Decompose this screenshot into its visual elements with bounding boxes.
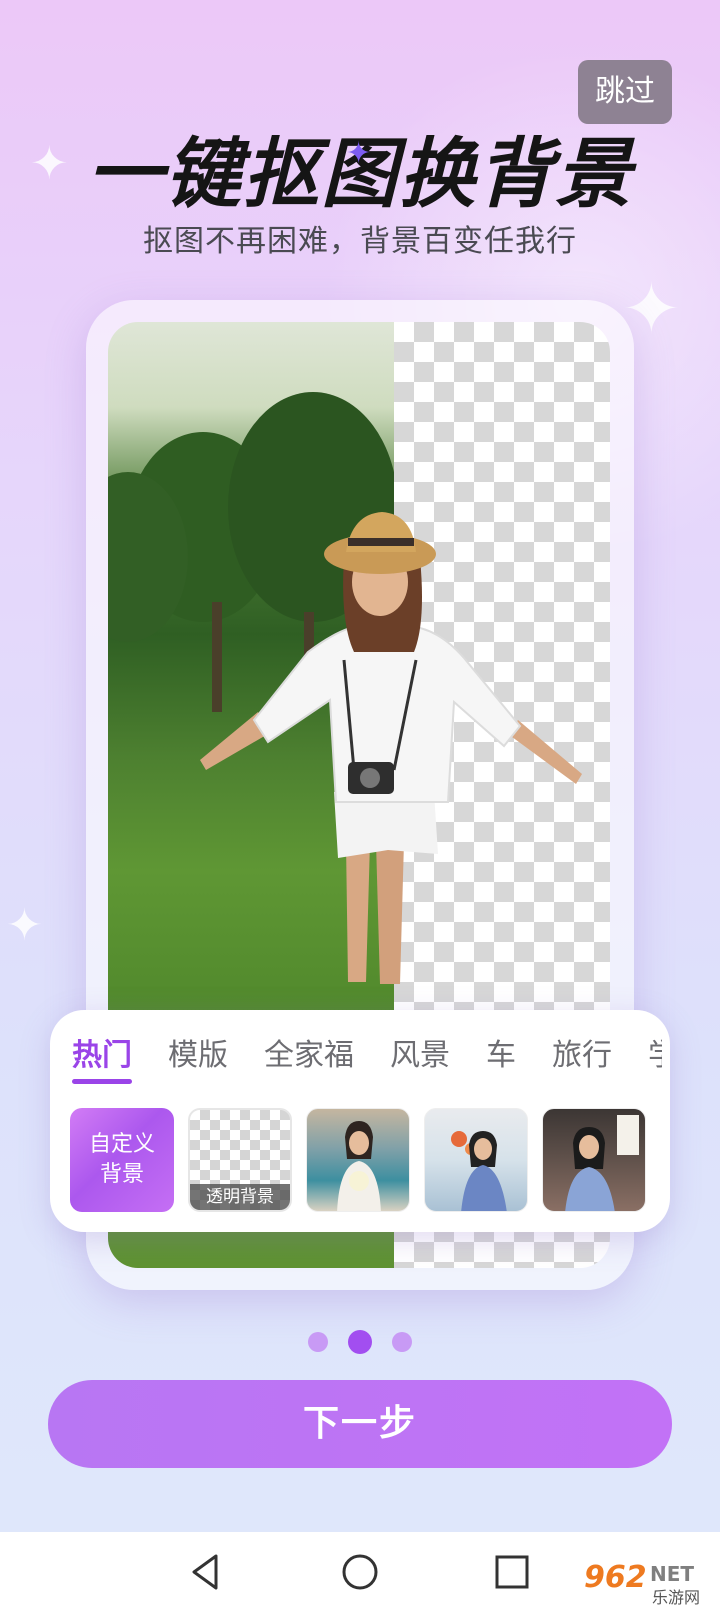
page-dot xyxy=(392,1332,412,1352)
background-thumbnails: 自定义 背景 透明背景 xyxy=(70,1108,670,1212)
category-tabs: 热门模版全家福风景车旅行学校 xyxy=(72,1034,662,1094)
tab-car[interactable]: 车 xyxy=(486,1034,516,1090)
sparkle-icon: ✦ xyxy=(6,900,43,951)
custom-background-label-line2: 背景 xyxy=(99,1162,144,1187)
background-picker-panel: 热门模版全家福风景车旅行学校 自定义 背景 透明背景 xyxy=(50,1010,670,1232)
recents-square-icon[interactable] xyxy=(482,1542,542,1602)
tab-scenery[interactable]: 风景 xyxy=(390,1034,450,1090)
transparent-background-label: 透明背景 xyxy=(190,1184,290,1210)
watermark-brand: 962 xyxy=(584,1560,647,1595)
tab-family[interactable]: 全家福 xyxy=(264,1034,354,1090)
watermark-net: NET xyxy=(650,1562,695,1586)
transparent-background-option[interactable]: 透明背景 xyxy=(188,1108,292,1212)
tab-templates[interactable]: 模版 xyxy=(168,1034,228,1090)
thumbnail-person-image xyxy=(565,1115,639,1211)
custom-background-label-line1: 自定义 xyxy=(88,1132,155,1157)
page-indicator xyxy=(0,1330,720,1356)
background-thumbnail[interactable] xyxy=(424,1108,528,1212)
background-thumbnail[interactable] xyxy=(542,1108,646,1212)
page-subtitle: 抠图不再困难，背景百变任我行 xyxy=(143,224,577,259)
custom-background-button[interactable]: 自定义 背景 xyxy=(70,1108,174,1212)
home-circle-icon[interactable] xyxy=(330,1542,390,1602)
background-thumbnail[interactable] xyxy=(306,1108,410,1212)
watermark-cn: 乐游网 xyxy=(652,1588,701,1607)
page-dot xyxy=(308,1332,328,1352)
thumbnail-person-image xyxy=(451,1131,507,1211)
back-triangle-icon[interactable] xyxy=(176,1542,236,1602)
next-step-button[interactable]: 下一步 xyxy=(48,1380,672,1468)
title-star-icon: ✦ xyxy=(346,136,372,171)
tab-school[interactable]: 学校 xyxy=(648,1034,662,1090)
onboarding-screen: ✦ ✦ ✦ 跳过 一键抠图换背景 ✦ 抠图不再困难，背景百变任我行 热门 模版 … xyxy=(0,0,720,1610)
page-dot-active xyxy=(348,1330,372,1354)
tab-travel[interactable]: 旅行 xyxy=(552,1034,612,1090)
watermark-logo: 962 NET 乐游网 xyxy=(578,1558,720,1608)
tab-hot[interactable]: 热门 xyxy=(72,1034,132,1090)
thumbnail-person-image xyxy=(337,1121,381,1211)
